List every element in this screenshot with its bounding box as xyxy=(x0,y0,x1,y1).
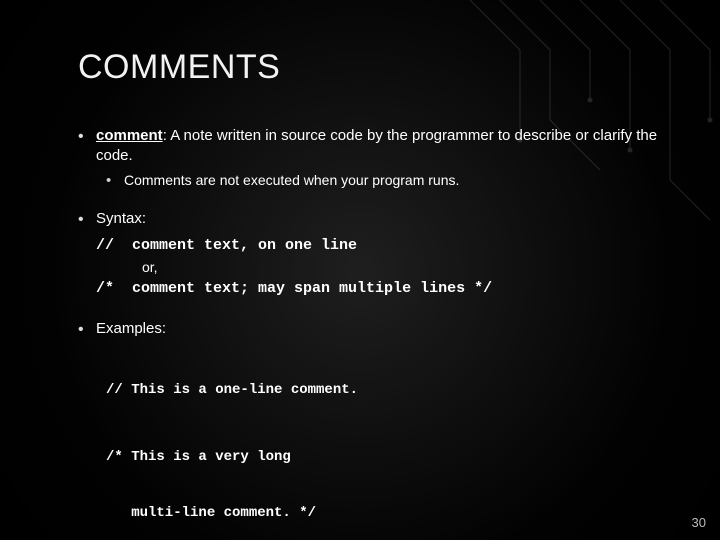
bullet-syntax: Syntax: xyxy=(78,209,660,229)
syntax-label: Syntax: xyxy=(96,210,146,227)
token-slashslash: // xyxy=(96,237,114,254)
syntax-line-multi: /* comment text; may span multiple lines… xyxy=(96,279,660,299)
example-multi-line-1: /* This is a very long xyxy=(106,448,660,467)
token-slashstar-open: /* xyxy=(96,280,114,297)
syntax-line-single: // comment text, on one line xyxy=(96,236,660,256)
slide: COMMENTS comment: A note written in sour… xyxy=(0,0,720,540)
syntax-line1-rest: comment text, on one line xyxy=(114,237,357,254)
comment-def-text: : A note written in source code by the p… xyxy=(96,127,657,164)
token-slashstar-close: */ xyxy=(474,280,492,297)
syntax-or: or, xyxy=(142,258,660,277)
example-one-line: // This is a one-line comment. xyxy=(106,381,660,400)
slide-content: comment: A note written in source code b… xyxy=(78,126,660,540)
term-comment: comment xyxy=(96,127,163,144)
syntax-block: // comment text, on one line or, /* comm… xyxy=(96,236,660,299)
slide-title: COMMENTS xyxy=(78,48,280,87)
sub-bullet-not-executed: Comments are not executed when your prog… xyxy=(106,171,660,190)
examples-block: // This is a one-line comment. /* This i… xyxy=(106,343,660,540)
bullet-comment-def: comment: A note written in source code b… xyxy=(78,126,660,167)
syntax-line2-mid: comment text; may span multiple lines xyxy=(114,280,474,297)
examples-label: Examples: xyxy=(96,320,166,337)
bullet-examples: Examples: xyxy=(78,319,660,339)
slide-number: 30 xyxy=(692,515,706,530)
example-multi-line-2: multi-line comment. */ xyxy=(106,504,660,523)
